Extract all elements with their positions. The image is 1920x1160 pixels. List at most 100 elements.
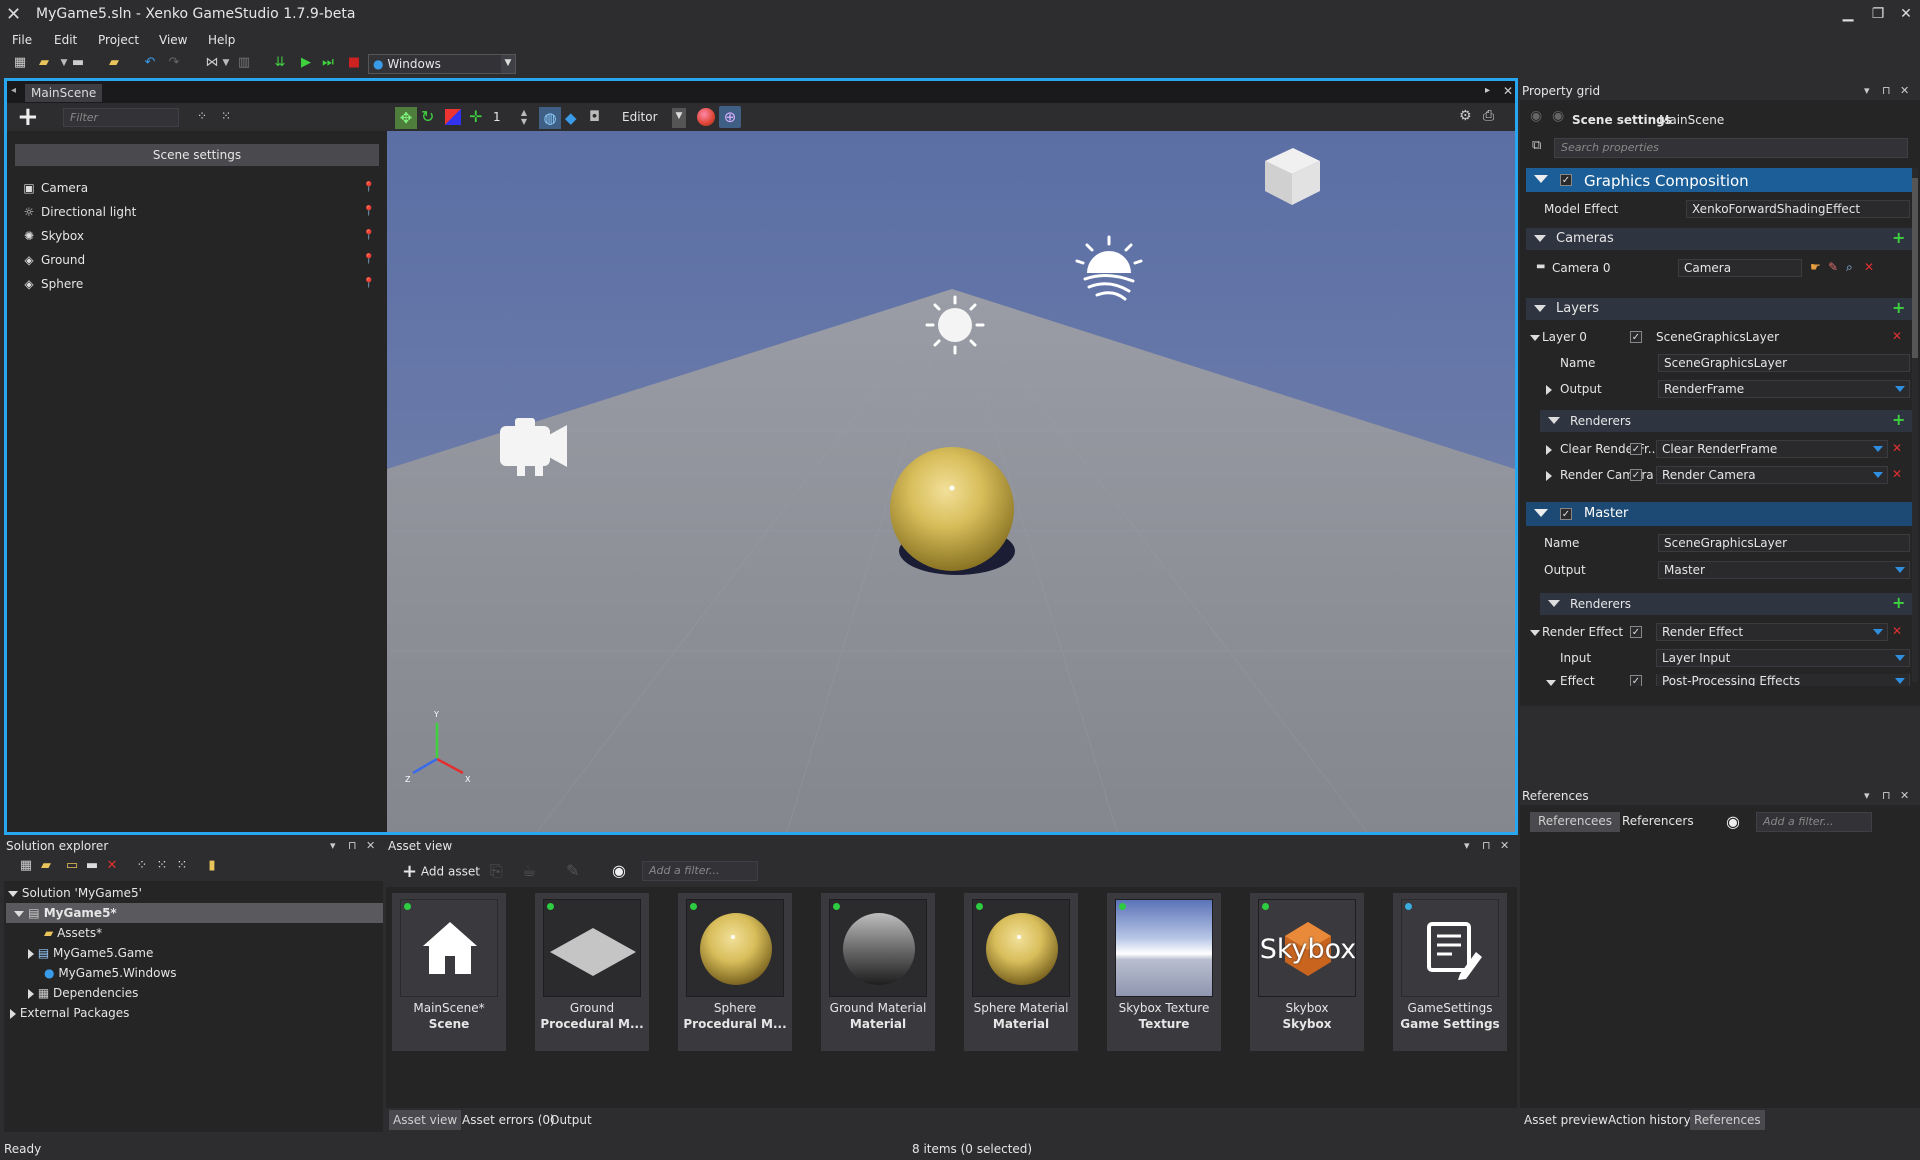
close-panel-icon[interactable]: ✕ xyxy=(1900,789,1909,802)
search-properties-input[interactable]: Search properties xyxy=(1554,138,1908,158)
collapse-icon[interactable] xyxy=(1534,305,1546,312)
panel-menu-icon[interactable]: ▾ xyxy=(330,839,336,852)
tab-asset-errors[interactable]: Asset errors (0) xyxy=(458,1110,559,1130)
tab-action-history[interactable]: Action history xyxy=(1604,1110,1695,1130)
close-panel-icon[interactable]: ✕ xyxy=(1900,84,1909,97)
layer0-enabled-checkbox[interactable]: ✓ xyxy=(1630,331,1642,343)
clear-renderer-select[interactable]: Clear RenderFrame xyxy=(1656,440,1888,458)
expand-all-icon[interactable]: ⁘ xyxy=(134,858,150,874)
tab-output[interactable]: Output xyxy=(546,1110,596,1130)
remove-layer-icon[interactable]: ✕ xyxy=(1892,329,1902,343)
tab-asset-preview[interactable]: Asset preview xyxy=(1520,1110,1612,1130)
wireframe-toggle-icon[interactable]: ⊕ xyxy=(719,106,741,128)
tree-mygame5-windows[interactable]: ● MyGame5.Windows xyxy=(44,963,177,983)
expand-all-icon[interactable]: ⁘ xyxy=(197,109,207,123)
master-output-select[interactable]: Master xyxy=(1658,561,1910,579)
menu-file[interactable]: File xyxy=(12,33,32,47)
asset-tile[interactable]: Sphere Procedural M... xyxy=(678,893,792,1051)
select-reference-icon[interactable]: ⌕ xyxy=(1846,260,1853,275)
entity-sphere[interactable]: ◈ Sphere 📍 xyxy=(21,274,381,294)
references-filter-input[interactable]: Add a filter... xyxy=(1756,812,1872,832)
sync-icon[interactable]: ⁙ xyxy=(174,858,190,874)
section-master[interactable]: ✓ Master xyxy=(1526,502,1912,526)
new-package-icon[interactable]: ▦ xyxy=(18,858,34,874)
expand-icon[interactable] xyxy=(1546,468,1552,482)
collapse-icon[interactable] xyxy=(1534,509,1548,517)
asset-tile[interactable]: Skybox Skybox Skybox xyxy=(1250,893,1364,1051)
menu-project[interactable]: Project xyxy=(98,33,139,47)
master-name-field[interactable]: SceneGraphicsLayer xyxy=(1658,534,1910,552)
translate-gizmo-icon[interactable]: ✥ xyxy=(395,107,417,129)
menu-view[interactable]: View xyxy=(159,33,187,47)
expand-icon[interactable] xyxy=(1530,625,1540,639)
close-panel-icon[interactable]: ✕ xyxy=(366,839,375,852)
open-folder-icon[interactable]: ▰ xyxy=(36,55,52,71)
section-graphics-composition[interactable]: ✓ Graphics Composition xyxy=(1526,168,1912,192)
asset-tile[interactable]: GameSettings Game Settings xyxy=(1393,893,1507,1051)
show-in-explorer-icon[interactable]: ▮ xyxy=(204,858,220,874)
minimize-button[interactable]: ▁ xyxy=(1836,4,1860,24)
menu-help[interactable]: Help xyxy=(208,33,235,47)
entity-skybox[interactable]: ✺ Skybox 📍 xyxy=(21,226,381,246)
eye-icon[interactable]: ◉ xyxy=(1726,812,1740,831)
forward-icon[interactable]: ◉ xyxy=(1552,108,1564,124)
clear-eraser-icon[interactable]: ✎ xyxy=(1828,260,1838,274)
add-asset-button[interactable]: + Add asset xyxy=(402,861,480,882)
local-space-icon[interactable]: ◆ xyxy=(565,109,577,127)
camera-settings-icon[interactable]: ⎙ xyxy=(1483,108,1494,124)
edit-pencil-icon[interactable]: ✎ xyxy=(566,861,579,880)
tree-assets[interactable]: ▰ Assets* xyxy=(44,923,102,943)
scale-gizmo-icon[interactable] xyxy=(445,109,461,125)
scene-viewport[interactable]: Y X Z xyxy=(387,131,1515,832)
eye-icon[interactable]: ◉ xyxy=(612,861,626,880)
maximize-button[interactable]: ❐ xyxy=(1866,4,1890,24)
clear-enabled-checkbox[interactable]: ✓ xyxy=(1630,443,1642,455)
folder-icon[interactable]: ▰ xyxy=(106,55,122,71)
expand-icon[interactable] xyxy=(10,1008,16,1019)
add-package-icon[interactable]: ▰ xyxy=(38,858,54,874)
tree-solution[interactable]: Solution 'MyGame5' xyxy=(8,883,142,903)
scroll-left-icon[interactable]: ◂ xyxy=(11,85,16,96)
undo-icon[interactable]: ↶ xyxy=(142,55,158,71)
entity-directional-light[interactable]: ☼ Directional light 📍 xyxy=(21,202,381,222)
collapse-icon[interactable] xyxy=(14,910,24,917)
add-renderer-icon[interactable]: + xyxy=(1892,595,1905,611)
asset-filter-input[interactable]: Add a filter... xyxy=(642,861,758,881)
effect-select[interactable]: Post-Processing Effects xyxy=(1656,674,1910,686)
asset-tile[interactable]: Skybox Texture Texture xyxy=(1107,893,1221,1051)
camera-space-icon[interactable]: ◘ xyxy=(589,109,600,125)
snap-value-stepper[interactable]: 1 ▲ ▼ xyxy=(489,108,529,128)
pin-panel-icon[interactable]: ⊓ xyxy=(1482,839,1491,852)
pin-icon[interactable]: 📍 xyxy=(363,274,375,294)
collapse-all-icon[interactable]: ⁙ xyxy=(154,858,170,874)
effect-enabled-checkbox[interactable]: ✓ xyxy=(1630,675,1642,686)
pin-icon[interactable]: 📍 xyxy=(363,250,375,270)
camera-mode-select[interactable]: Editor ▼ xyxy=(617,107,687,129)
rename-icon[interactable]: ▬ xyxy=(84,858,100,874)
expand-icon[interactable] xyxy=(1530,330,1540,344)
spin-up-icon[interactable]: ▲ xyxy=(521,108,527,117)
delete-icon[interactable]: ✕ xyxy=(104,858,120,874)
panel-menu-icon[interactable]: ▾ xyxy=(1864,789,1870,802)
scene-settings-button[interactable]: Scene settings xyxy=(15,144,379,166)
platform-select[interactable]: ● Windows ▼ xyxy=(368,54,516,74)
add-layer-icon[interactable]: + xyxy=(1892,300,1905,316)
sphere-entity[interactable] xyxy=(890,447,1014,571)
world-space-icon[interactable]: ◍ xyxy=(539,107,561,129)
graphics-composition-checkbox[interactable]: ✓ xyxy=(1560,174,1572,186)
asset-tile[interactable]: MainScene* Scene xyxy=(392,893,506,1051)
tab-referencers[interactable]: Referencers xyxy=(1622,814,1694,828)
play-icon[interactable]: ▶ xyxy=(298,55,314,71)
stop-icon[interactable]: ■ xyxy=(346,55,362,71)
collapse-icon[interactable] xyxy=(1548,417,1560,424)
hierarchy-filter-input[interactable]: Filter xyxy=(63,108,179,127)
section-layers[interactable]: Layers + xyxy=(1526,298,1912,320)
spin-down-icon[interactable]: ▼ xyxy=(521,117,527,126)
close-window-button[interactable]: ✕ xyxy=(1894,4,1918,24)
copy-icon[interactable]: ⧉ xyxy=(1532,138,1541,153)
close-panel-icon[interactable]: ✕ xyxy=(1500,839,1509,852)
render-effect-enabled-checkbox[interactable]: ✓ xyxy=(1630,626,1642,638)
expand-icon[interactable] xyxy=(1546,382,1552,396)
redo-icon[interactable]: ↷ xyxy=(166,55,182,71)
pick-hand-icon[interactable]: ☛ xyxy=(1810,260,1821,274)
